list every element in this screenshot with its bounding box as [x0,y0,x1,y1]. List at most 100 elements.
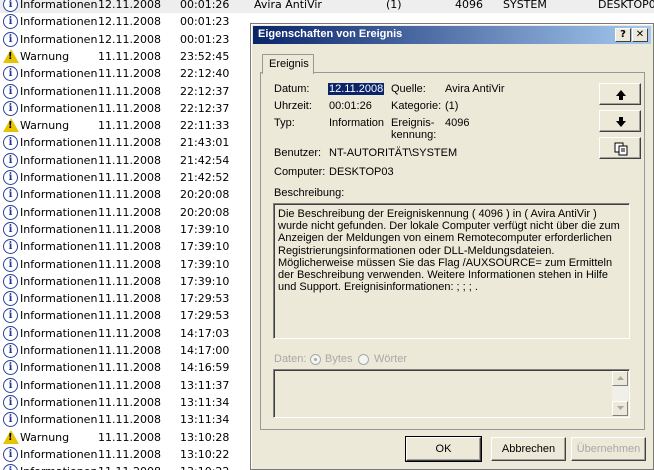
event-type: Informationen [20,413,98,426]
kennung-value[interactable]: 4096 [445,117,469,129]
info-icon [3,291,18,306]
quelle-value[interactable]: Avira AntiVir [445,83,505,95]
event-date: 11.11.2008 [98,154,161,167]
dialog-titlebar[interactable]: Eigenschaften von Ereignis ? ✕ [253,26,651,44]
woerter-radio[interactable] [358,354,369,365]
event-type: Informationen [20,223,98,236]
event-time: 21:42:54 [180,154,230,167]
info-icon [3,308,18,323]
description-textbox[interactable]: Die Beschreibung der Ereigniskennung ( 4… [273,203,630,339]
event-source: Avira AntiVir [254,0,322,11]
event-time: 13:11:34 [180,413,230,426]
data-scrollbar[interactable] [612,371,628,416]
event-time: 00:01:26 [180,0,230,11]
woerter-label: Wörter [374,353,407,365]
event-time: 00:01:23 [180,15,230,28]
tab-ereignis[interactable]: Ereignis [262,54,314,74]
kategorie-value[interactable]: (1) [445,100,458,112]
info-icon [3,66,18,81]
event-date: 11.11.2008 [98,379,161,392]
event-type: Informationen [20,448,98,461]
info-icon [3,0,18,12]
arrow-down-icon [616,117,626,127]
event-date: 11.11.2008 [98,171,161,184]
event-type: Informationen [20,309,98,322]
computer-label: Computer: [274,166,326,178]
event-date: 12.11.2008 [98,0,161,11]
scroll-down-icon [617,406,624,410]
benutzer-value[interactable]: NT-AUTORITÄT\SYSTEM [329,147,457,159]
computer-value[interactable]: DESKTOP03 [329,166,394,178]
event-date: 11.11.2008 [98,85,161,98]
bytes-label: Bytes [325,353,353,365]
event-time: 22:12:40 [180,67,230,80]
event-time: 20:20:08 [180,188,230,201]
event-date: 11.11.2008 [98,206,161,219]
beschreibung-label: Beschreibung: [274,187,345,199]
info-icon [3,395,18,410]
scroll-up-icon [617,376,624,380]
event-date: 11.11.2008 [98,396,161,409]
event-type: Informationen [20,258,98,271]
quelle-label: Quelle: [391,83,426,95]
event-time: 22:11:33 [180,119,230,132]
warning-icon [3,49,19,63]
event-date: 11.11.2008 [98,119,161,132]
info-icon [3,464,18,470]
info-icon [3,187,18,202]
event-type: Warnung [20,431,70,444]
event-date: 11.11.2008 [98,431,161,444]
warning-icon [3,118,19,132]
info-icon [3,205,18,220]
event-time: 17:39:10 [180,223,230,236]
close-button[interactable]: ✕ [632,28,648,42]
copy-button[interactable] [599,137,641,159]
event-row[interactable]: Informationen12.11.2008 00:01:26 Avira Ant… [0,0,654,13]
typ-value[interactable]: Information [329,117,384,129]
event-date: 11.11.2008 [98,344,161,357]
event-computer: DESKTOP03 [598,0,654,11]
event-time: 14:17:03 [180,327,230,340]
event-type: Informationen [20,396,98,409]
info-icon [3,170,18,185]
event-id: 4096 [455,0,483,11]
event-date: 12.11.2008 [98,33,161,46]
info-icon [3,153,18,168]
event-date: 11.11.2008 [98,275,161,288]
cancel-button[interactable]: Abbrechen [491,437,566,461]
event-type: Warnung [20,50,70,63]
event-type: Informationen [20,67,98,80]
event-type: Informationen [20,136,98,149]
event-type: Informationen [20,361,98,374]
help-button[interactable]: ? [615,28,631,42]
previous-event-button[interactable] [599,83,641,105]
datum-value[interactable]: 12.11.2008 [328,83,385,95]
info-icon [3,32,18,47]
data-textbox[interactable] [273,369,630,418]
event-type: Informationen [20,154,98,167]
event-time: 20:20:08 [180,206,230,219]
scroll-up-button[interactable] [612,371,628,386]
event-type: Informationen [20,85,98,98]
event-date: 11.11.2008 [98,258,161,271]
datum-label: Datum: [274,83,310,95]
event-date: 11.11.2008 [98,67,161,80]
next-event-button[interactable] [599,110,641,132]
kennung-label-line1: Ereignis- [391,117,435,129]
event-date: 11.11.2008 [98,102,161,115]
scroll-down-button[interactable] [612,401,628,416]
ok-button[interactable]: OK [405,436,482,462]
event-time: 17:29:53 [180,292,230,305]
bytes-radio[interactable] [310,354,321,365]
event-type: Informationen [20,33,98,46]
info-icon [3,84,18,99]
event-date: 11.11.2008 [98,361,161,374]
event-category: (1) [386,0,402,11]
event-time: 17:39:10 [180,258,230,271]
arrow-up-icon [616,90,626,100]
apply-button[interactable]: Übernehmen [571,437,646,461]
event-time: 13:10:22 [180,448,230,461]
event-time: 13:10:28 [180,431,230,444]
description-text: Die Beschreibung der Ereigniskennung ( 4… [278,208,620,294]
uhrzeit-value[interactable]: 00:01:26 [329,100,372,112]
